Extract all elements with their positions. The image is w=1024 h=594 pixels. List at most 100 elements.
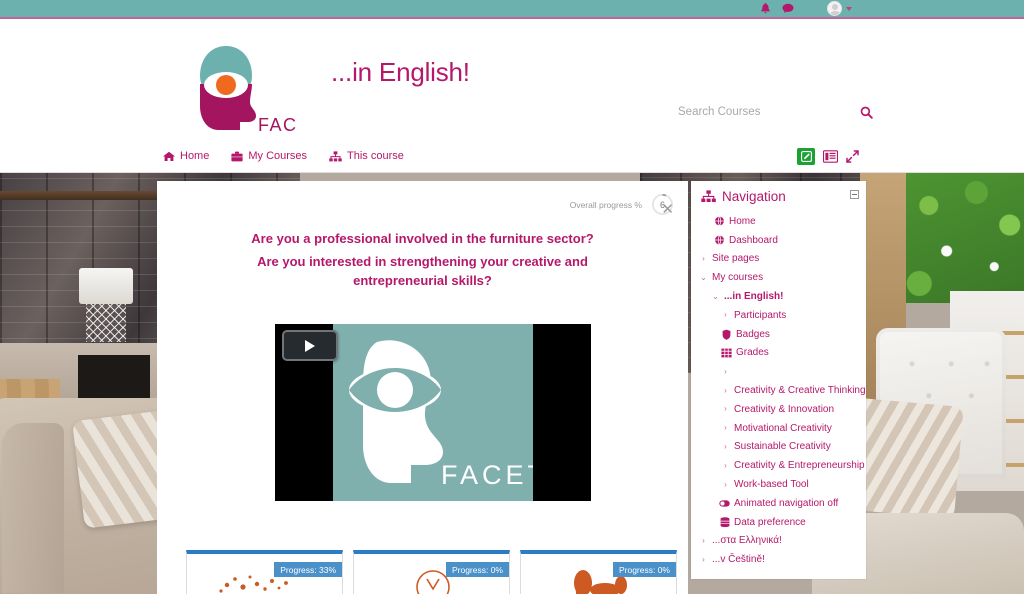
chevron-right-icon[interactable]: › bbox=[721, 311, 730, 319]
nav-tree-item-motivational[interactable]: › Motivational Creativity bbox=[691, 419, 866, 438]
chevron-right-icon[interactable]: › bbox=[721, 405, 730, 413]
nav-tree-item-grades[interactable]: Grades bbox=[691, 344, 866, 363]
chevron-right-icon[interactable]: › bbox=[721, 367, 730, 376]
minus-box-icon[interactable] bbox=[850, 190, 859, 199]
site-header: FACET ...in English! bbox=[0, 21, 1024, 145]
nav-tree-label: Sustainable Creativity bbox=[734, 441, 831, 453]
nav-item-my-courses-label: My Courses bbox=[248, 150, 308, 162]
video-logo-text: FACET bbox=[441, 460, 533, 490]
chevron-right-icon[interactable]: › bbox=[699, 254, 708, 263]
nav-tree-label: ...v Češtině! bbox=[712, 554, 765, 566]
nav-tree-label: Motivational Creativity bbox=[734, 422, 832, 434]
nav-tree-item-in-english[interactable]: ⌄ ...in English! bbox=[691, 287, 866, 306]
course-card[interactable]: Progress: 33% bbox=[186, 550, 343, 594]
caret-down-icon[interactable] bbox=[846, 6, 852, 11]
course-card[interactable]: Progress: 0% bbox=[353, 550, 510, 594]
question-line-1: Are you a professional involved in the f… bbox=[251, 231, 594, 246]
nav-tree-label: Creativity & Entrepreneurship bbox=[734, 460, 865, 472]
nav-tree-item-greek[interactable]: › ...στα Ελληνικά! bbox=[691, 532, 866, 551]
course-card[interactable]: Progress: 0% bbox=[520, 550, 677, 594]
nav-tree-item-creative-thinking[interactable]: › Creativity & Creative Thinking bbox=[691, 381, 866, 400]
nav-tree-item-sustainable[interactable]: › Sustainable Creativity bbox=[691, 438, 866, 457]
nav-tree-label: ...στα Ελληνικά! bbox=[712, 535, 782, 547]
course-search[interactable] bbox=[678, 99, 873, 125]
primary-nav-items: Home My Courses This course bbox=[163, 150, 404, 162]
nav-tree-label: Dashboard bbox=[729, 234, 778, 246]
nav-tree-item-work-based-tool[interactable]: › Work-based Tool bbox=[691, 475, 866, 494]
nav-tree-item-dashboard[interactable]: Dashboard bbox=[691, 231, 866, 250]
navigation-block-title: Navigation bbox=[722, 189, 786, 204]
nav-tree-label: Participants bbox=[734, 309, 787, 321]
play-icon[interactable] bbox=[282, 330, 338, 361]
nav-item-my-courses[interactable]: My Courses bbox=[231, 150, 307, 162]
toggle-off-icon[interactable] bbox=[719, 499, 730, 508]
nav-tree-label: Creativity & Creative Thinking bbox=[734, 385, 866, 397]
chevron-down-icon[interactable]: ⌄ bbox=[711, 292, 720, 301]
close-icon[interactable]: ✕ bbox=[661, 202, 674, 217]
nav-tree-item-entrepreneurship[interactable]: › Creativity & Entrepreneurship bbox=[691, 456, 866, 475]
question-line-2: Are you interested in strengthening your… bbox=[257, 254, 588, 288]
expand-arrows-icon[interactable] bbox=[846, 150, 859, 163]
chevron-right-icon[interactable]: › bbox=[721, 461, 730, 470]
page-title: ...in English! bbox=[331, 57, 470, 87]
nav-tree-item-site-pages[interactable]: › Site pages bbox=[691, 250, 866, 269]
badge-shield-icon bbox=[721, 329, 732, 340]
chevron-right-icon[interactable]: › bbox=[699, 536, 708, 545]
navigation-block-header: Navigation bbox=[691, 181, 866, 210]
nav-tree-item-data-preference[interactable]: Data preference bbox=[691, 513, 866, 532]
chevron-right-icon[interactable]: › bbox=[721, 442, 730, 451]
nav-tree-label: Creativity & Innovation bbox=[734, 403, 835, 415]
nav-tree-item-czech[interactable]: › ...v Češtině! bbox=[691, 550, 866, 569]
chevron-right-icon[interactable]: › bbox=[699, 555, 708, 564]
nav-tree-label: Site pages bbox=[712, 253, 760, 265]
nav-tree-label: ...in English! bbox=[724, 291, 784, 303]
grid-table-icon bbox=[721, 348, 732, 358]
avatar[interactable] bbox=[827, 1, 842, 16]
chevron-right-icon[interactable]: › bbox=[721, 480, 730, 489]
nav-tree-item-participants[interactable]: › Participants bbox=[691, 306, 866, 325]
blocks-list-icon[interactable] bbox=[823, 150, 838, 163]
nav-tree-label: Data preference bbox=[734, 516, 806, 528]
nav-item-home-label: Home bbox=[180, 150, 210, 162]
nav-item-this-course[interactable]: This course bbox=[329, 150, 404, 162]
pencil-square-icon[interactable] bbox=[797, 148, 815, 165]
search-input[interactable] bbox=[678, 106, 860, 118]
search-icon[interactable] bbox=[860, 106, 873, 119]
course-content-sheet: Overall progress % 6 ✕ Are you a profess… bbox=[157, 181, 688, 594]
bell-icon[interactable] bbox=[760, 2, 771, 15]
play-triangle bbox=[305, 339, 315, 352]
navigation-block: Navigation Home Dashboard › Site pages ⌄… bbox=[691, 181, 866, 579]
facet-intro-video[interactable]: FACET bbox=[275, 324, 591, 501]
nav-item-this-course-label: This course bbox=[347, 150, 404, 162]
nav-tree-item-animated-navigation[interactable]: Animated navigation off bbox=[691, 494, 866, 513]
progress-badge: Progress: 33% bbox=[274, 562, 342, 577]
primary-nav-bar: Home My Courses This course bbox=[0, 145, 1024, 173]
nav-tree-item-innovation[interactable]: › Creativity & Innovation bbox=[691, 400, 866, 419]
nav-tree-item-home[interactable]: Home bbox=[691, 212, 866, 231]
chevron-right-icon[interactable]: › bbox=[721, 386, 730, 395]
overall-progress: Overall progress % 6 bbox=[570, 193, 674, 216]
nav-tree-label: My courses bbox=[712, 272, 764, 284]
progress-badge: Progress: 0% bbox=[445, 562, 509, 577]
message-bubble-icon[interactable] bbox=[782, 3, 794, 14]
nav-tree-item-collapsed[interactable]: › bbox=[691, 362, 866, 381]
nav-tree-label: Badges bbox=[736, 328, 770, 340]
nav-tree-label: Home bbox=[729, 215, 756, 227]
sitemap-icon bbox=[701, 190, 716, 203]
facet-logo[interactable]: FACET bbox=[186, 36, 298, 138]
svg-text:FACET: FACET bbox=[258, 115, 298, 135]
briefcase-icon bbox=[231, 151, 243, 162]
chevron-down-icon[interactable]: ⌄ bbox=[699, 273, 708, 282]
sitemap-icon bbox=[329, 150, 342, 162]
home-globe-icon bbox=[714, 216, 725, 227]
top-utility-bar bbox=[0, 0, 1024, 19]
navigation-tree: Home Dashboard › Site pages ⌄ My courses… bbox=[691, 210, 866, 569]
database-icon bbox=[719, 516, 730, 528]
nav-tree-item-badges[interactable]: Badges bbox=[691, 325, 866, 344]
nav-tree-item-my-courses[interactable]: ⌄ My courses bbox=[691, 268, 866, 287]
user-menu[interactable] bbox=[827, 1, 852, 16]
course-card-list: Progress: 33% Progress: 0% Progress: 0% bbox=[186, 550, 677, 594]
chevron-right-icon[interactable]: › bbox=[721, 424, 730, 432]
progress-label: Overall progress % bbox=[569, 199, 642, 210]
nav-item-home[interactable]: Home bbox=[163, 150, 209, 162]
